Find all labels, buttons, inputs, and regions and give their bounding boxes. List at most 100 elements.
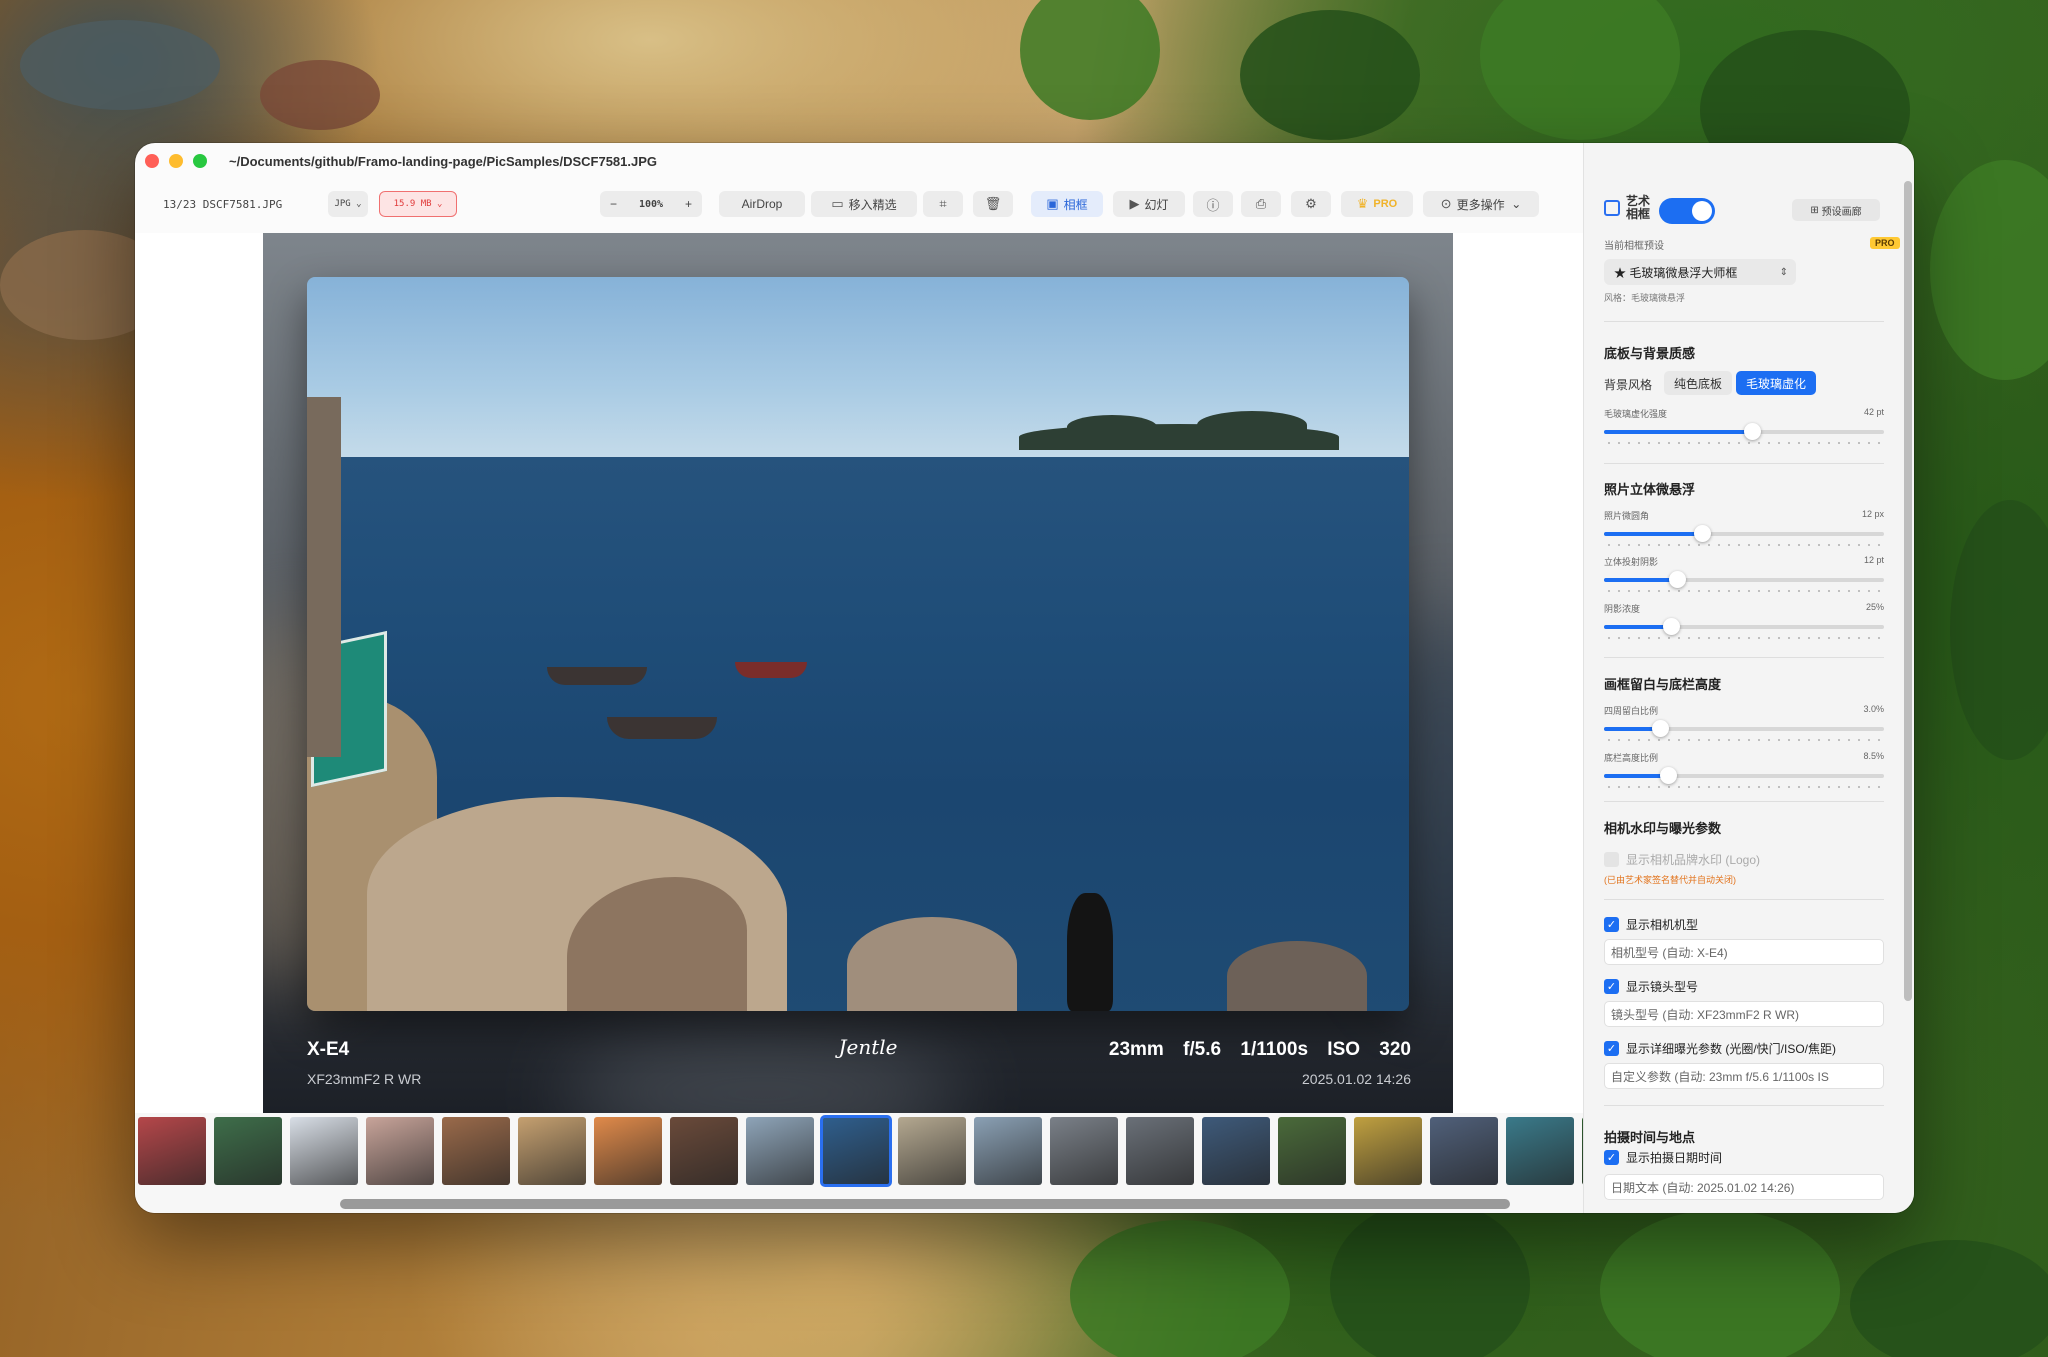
minimize-window-button[interactable]: [169, 154, 183, 168]
show-logo-checkbox[interactable]: 显示相机品牌水印 (Logo): [1604, 851, 1760, 868]
filmstrip-thumbnail[interactable]: [594, 1117, 662, 1185]
traffic-lights: [145, 154, 207, 168]
checkmark-icon[interactable]: ✓: [1604, 979, 1619, 994]
close-window-button[interactable]: [145, 154, 159, 168]
move-to-picks-label: 移入精选: [848, 197, 897, 212]
meta-left: X-E4 XF23mmF2 R WR: [307, 1039, 421, 1087]
more-actions-dropdown[interactable]: ⊙ 更多操作 ⌄: [1423, 191, 1539, 217]
slider-track[interactable]: [1604, 767, 1884, 784]
slider-corner-radius[interactable]: 照片微圆角 12 px: [1604, 509, 1884, 546]
pro-button[interactable]: ♛ PRO: [1341, 191, 1413, 217]
frame-icon: [1604, 200, 1620, 216]
zoom-out-button[interactable]: −: [610, 197, 617, 211]
slider-label: 立体投射阴影: [1604, 557, 1659, 567]
filmstrip-thumbnail[interactable]: [442, 1117, 510, 1185]
filmstrip-thumbnail[interactable]: [1506, 1117, 1574, 1185]
filmstrip-thumbnail[interactable]: [1354, 1117, 1422, 1185]
filmstrip-thumbnail[interactable]: [898, 1117, 966, 1185]
info-button[interactable]: ⓘ: [1193, 191, 1233, 217]
slider-track[interactable]: [1604, 525, 1884, 542]
slider-knob[interactable]: [1694, 525, 1711, 542]
slideshow-button[interactable]: ▶ 幻灯: [1113, 191, 1185, 217]
filmstrip-thumbnail[interactable]: [820, 1115, 892, 1187]
exposure-field[interactable]: 自定义参数 (自动: 23mm f/5.6 1/1100s IS: [1604, 1063, 1884, 1089]
filmstrip-thumbnail[interactable]: [1430, 1117, 1498, 1185]
slider-knob[interactable]: [1744, 423, 1762, 440]
slider-track[interactable]: [1604, 423, 1884, 440]
checkbox-box[interactable]: [1604, 852, 1619, 867]
gear-icon: ⚙: [1305, 196, 1317, 211]
slider-track[interactable]: [1604, 618, 1884, 635]
show-exposure-checkbox[interactable]: ✓ 显示详细曝光参数 (光圈/快门/ISO/焦距): [1604, 1040, 1836, 1057]
slider-track[interactable]: [1604, 571, 1884, 588]
date-field[interactable]: 日期文本 (自动: 2025.01.02 14:26): [1604, 1174, 1884, 1200]
slider-track[interactable]: [1604, 720, 1884, 737]
chevron-down-icon: ⌄: [1504, 197, 1522, 211]
sidebar-scrollbar[interactable]: [1904, 181, 1912, 1001]
filmstrip-thumbnail[interactable]: [1126, 1117, 1194, 1185]
meta-right: 23mm f/5.6 1/1100s ISO 320 2025.01.02 14…: [1109, 1039, 1411, 1087]
move-to-picks-button[interactable]: ▭ 移入精选: [811, 191, 917, 217]
divider: [1604, 657, 1884, 658]
show-exposure-label: 显示详细曝光参数 (光圈/快门/ISO/焦距): [1626, 1042, 1837, 1056]
checkmark-icon[interactable]: ✓: [1604, 1150, 1619, 1165]
frame-label: 相框: [1063, 197, 1088, 212]
file-size-label: 15.9 MB: [393, 199, 432, 209]
checkmark-icon[interactable]: ✓: [1604, 917, 1619, 932]
show-model-label: 显示相机机型: [1626, 918, 1699, 932]
zoom-window-button[interactable]: [193, 154, 207, 168]
toolbar: 13/23 DSCF7581.JPG JPG ⌄ 15.9 MB ⌄ − 100…: [135, 191, 1583, 225]
show-model-checkbox[interactable]: ✓ 显示相机机型: [1604, 916, 1698, 933]
checkmark-icon[interactable]: ✓: [1604, 1041, 1619, 1056]
filmstrip-scrollbar[interactable]: [340, 1199, 1510, 1209]
filmstrip-thumbnail[interactable]: [138, 1117, 206, 1185]
airdrop-button[interactable]: AirDrop: [719, 191, 805, 217]
show-date-checkbox[interactable]: ✓ 显示拍摄日期时间: [1604, 1149, 1722, 1166]
filmstrip-thumbnail[interactable]: [366, 1117, 434, 1185]
exposure-params: 23mm f/5.6 1/1100s ISO 320: [1108, 1039, 1411, 1060]
filmstrip-thumbnail[interactable]: [1202, 1117, 1270, 1185]
filmstrip-thumbnail[interactable]: [1278, 1117, 1346, 1185]
slider-shadow[interactable]: 立体投射阴影 12 pt: [1604, 555, 1884, 592]
file-size-badge[interactable]: 15.9 MB ⌄: [379, 191, 457, 217]
slider-bottom-bar-ratio[interactable]: 底栏高度比例 8.5%: [1604, 751, 1884, 788]
style-note: 风格：毛玻璃微悬浮: [1604, 293, 1686, 303]
lens-model: XF23mmF2 R WR: [307, 1071, 422, 1087]
filmstrip-thumbnail[interactable]: [518, 1117, 586, 1185]
crop-button[interactable]: ⌗: [923, 191, 963, 217]
export-button[interactable]: ⎙: [1241, 191, 1281, 217]
lens-model-field[interactable]: 镜头型号 (自动: XF23mmF2 R WR): [1604, 1001, 1884, 1027]
zoom-in-button[interactable]: +: [685, 197, 692, 211]
seg-glass[interactable]: 毛玻璃虚化: [1736, 371, 1817, 395]
slider-knob[interactable]: [1668, 571, 1686, 588]
filmstrip-thumbnail[interactable]: [670, 1117, 738, 1185]
slider-shadow-opacity[interactable]: 阴影浓度 25%: [1604, 602, 1884, 639]
slider-label: 照片微圆角: [1604, 511, 1650, 521]
delete-button[interactable]: 🗑: [973, 191, 1013, 217]
filmstrip-thumbnail[interactable]: [214, 1117, 282, 1185]
slider-padding-ratio[interactable]: 四周留白比例 3.0%: [1604, 704, 1884, 741]
frame-button[interactable]: ▣ 相框: [1031, 191, 1103, 217]
preset-select[interactable]: ★ 毛玻璃微悬浮大师框 ⇕: [1604, 259, 1796, 285]
filmstrip-thumbnail[interactable]: [746, 1117, 814, 1185]
seg-solid[interactable]: 纯色底板: [1664, 371, 1733, 395]
filmstrip-thumbnail[interactable]: [290, 1117, 358, 1185]
slider-knob[interactable]: [1663, 618, 1681, 635]
slider-blur-strength[interactable]: 毛玻璃虚化强度 42 pt: [1604, 407, 1884, 444]
camera-model-field[interactable]: 相机型号 (自动: X-E4): [1604, 939, 1884, 965]
art-frame-toggle[interactable]: [1659, 198, 1715, 224]
slider-label: 毛玻璃虚化强度: [1604, 409, 1668, 419]
chevron-updown-icon: ⇕: [1779, 266, 1788, 278]
section-title-background: 底板与背景质感: [1604, 346, 1696, 361]
filmstrip-thumbnail[interactable]: [1050, 1117, 1118, 1185]
show-lens-checkbox[interactable]: ✓ 显示镜头型号: [1604, 978, 1698, 995]
settings-button[interactable]: ⚙: [1291, 191, 1331, 217]
filmstrip-thumbnail[interactable]: [974, 1117, 1042, 1185]
boat: [735, 662, 807, 678]
slider-knob[interactable]: [1652, 720, 1669, 737]
format-dropdown[interactable]: JPG ⌄: [328, 191, 368, 217]
printer-icon: ⎙: [1255, 196, 1267, 211]
preset-gallery-button[interactable]: ⊞ 预设画廊: [1792, 199, 1880, 221]
slider-knob[interactable]: [1660, 767, 1678, 784]
app-window: ~/Documents/github/Framo-landing-page/Pi…: [135, 143, 1914, 1213]
